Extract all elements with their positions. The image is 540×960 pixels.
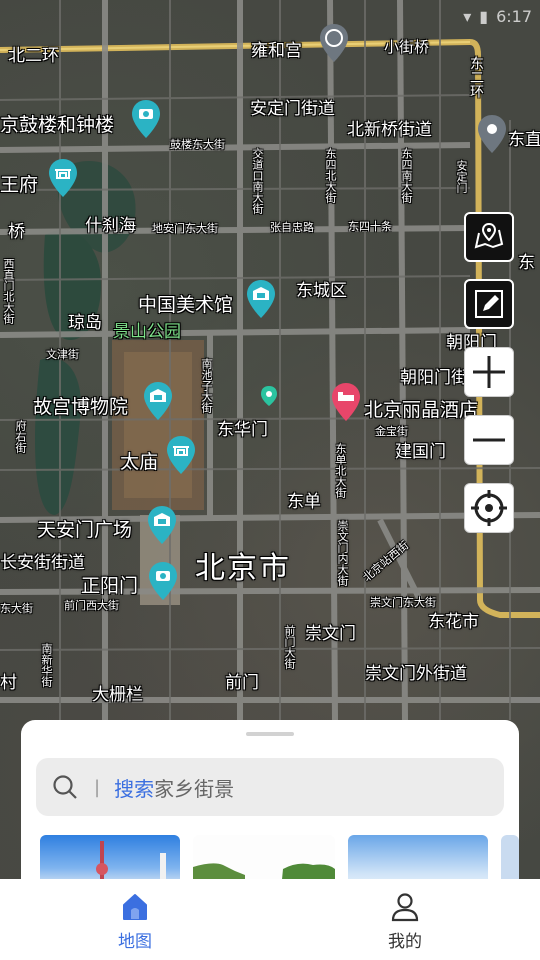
tab-mine[interactable]: 我的: [270, 879, 540, 960]
label-gugong: 故宫博物院: [33, 396, 129, 418]
zoom-out-button[interactable]: [464, 415, 514, 465]
map-layer-button[interactable]: [464, 212, 514, 262]
label-fuyoujie: 府右街: [14, 420, 27, 453]
label-dongdajie: 东大街: [0, 602, 33, 615]
poi-pin-gulou[interactable]: [131, 100, 161, 138]
poi-pin-taimiao[interactable]: [166, 436, 196, 474]
label-dongchengqu: 东城区: [296, 281, 347, 301]
poi-pin-zhengyangmen[interactable]: [148, 562, 178, 600]
locate-button[interactable]: [464, 483, 514, 533]
label-zhengyangmen: 正阳门: [81, 575, 139, 597]
search-keyword: 搜索: [114, 776, 155, 801]
tab-map[interactable]: 地图: [0, 879, 270, 960]
label-dongsinan: 东四南大街: [400, 148, 413, 203]
label-gulou-dongdajie: 鼓楼东大街: [170, 138, 225, 151]
label-dashilan: 大栅栏: [92, 685, 143, 705]
label-jianguomen: 建国门: [395, 442, 446, 462]
label-qiao: 桥: [8, 222, 25, 242]
label-donghuamen: 东华门: [217, 420, 268, 440]
label-dongerhuan: 东二环: [468, 56, 484, 98]
map-tab-icon: [123, 894, 147, 920]
label-xiaojieqiao: 小街桥: [384, 38, 430, 56]
bottom-tab-bar: 地图 我的: [0, 879, 540, 960]
search-bar[interactable]: | 搜索 家乡街景: [36, 758, 504, 816]
label-qianmenxi: 前门西大街: [64, 599, 119, 612]
poi-pin-yonghegong[interactable]: [319, 24, 349, 62]
location-marker-icon: [261, 386, 277, 406]
label-donghuashi: 东花市: [428, 612, 479, 632]
status-time: 6:17: [496, 6, 532, 26]
label-qianmen: 前门: [225, 673, 259, 693]
bottom-sheet: | 搜索 家乡街景: [21, 720, 519, 890]
status-bar: ▾ ▮ 6:17: [463, 4, 532, 28]
tab-map-label: 地图: [118, 932, 152, 952]
minus-icon: [473, 438, 505, 442]
search-placeholder: 家乡街景: [154, 776, 235, 801]
label-yonghegong: 雍和宫: [251, 41, 302, 61]
label-beierhuan: 北二环: [8, 46, 59, 66]
map-layer-icon: [474, 222, 504, 249]
label-dongsishitiao: 东四十条: [348, 220, 392, 233]
label-shichahai: 什刹海: [85, 216, 136, 236]
label-beiheyan: 南池子大街: [200, 358, 213, 413]
label-chongwenmendong: 崇文门东大街: [370, 596, 436, 609]
label-dongsibei: 东四北大街: [324, 148, 337, 203]
zoom-in-button[interactable]: [464, 347, 514, 397]
poi-pin-liyue[interactable]: [331, 383, 361, 421]
label-zhangzikou: 张自忠路: [270, 221, 314, 234]
search-icon: [53, 775, 77, 799]
battery-icon: ▮: [479, 6, 489, 26]
label-tiananmen: 天安门广场: [37, 519, 133, 541]
label-chongwenmennei: 崇文门内大街: [336, 520, 349, 586]
label-dongdan: 东单: [287, 492, 321, 512]
user-icon: [391, 893, 419, 922]
label-wenjinjie: 文津街: [46, 348, 79, 361]
label-beijing: 北京市: [195, 551, 291, 586]
label-beixinqiao: 北新桥街道: [347, 120, 432, 140]
edit-button[interactable]: [464, 279, 514, 329]
search-separator: |: [94, 776, 101, 798]
poi-pin-meishuguan[interactable]: [246, 280, 276, 318]
label-dongzhimen: 东直: [508, 130, 540, 150]
edit-icon: [475, 290, 503, 318]
label-taimiao: 太庙: [120, 451, 159, 473]
label-gulou: 京鼓楼和钟楼: [0, 114, 115, 136]
label-chongwenmenwai: 崇文门外街道: [365, 664, 467, 684]
crosshair-icon: [471, 490, 507, 526]
label-chongwenmen: 崇文门: [305, 624, 356, 644]
tab-mine-label: 我的: [388, 932, 422, 952]
label-jingshan: 景山公园: [113, 322, 181, 342]
sheet-drag-handle[interactable]: [246, 732, 294, 736]
poi-pin-dongzhimen[interactable]: [477, 115, 507, 153]
label-chaoyangmen-bei: 安定门: [455, 160, 468, 193]
label-nanxinhua: 南新华街: [40, 643, 53, 687]
label-dianmen: 地安门东大街: [152, 222, 218, 235]
label-meishuguan: 中国美术馆: [138, 294, 234, 316]
label-chaoyangmen2: 朝阳门街: [400, 368, 468, 388]
label-cun: 村: [0, 673, 17, 693]
label-changanjie: 长安街街道: [0, 553, 85, 573]
label-dong: 东: [518, 253, 535, 273]
label-liyue: 北京丽晶酒店: [364, 399, 479, 421]
poi-pin-wangfu[interactable]: [48, 159, 78, 197]
label-xizhimen: 西直门北大街: [2, 258, 15, 324]
label-qianmendajie: 前门大街: [283, 625, 296, 669]
poi-pin-tiananmen[interactable]: [147, 506, 177, 544]
signal-icon: ▾: [463, 6, 472, 26]
label-dongdanbei: 东单北大街: [334, 443, 347, 498]
label-jiaodaokou: 交道口南大街: [251, 148, 264, 214]
plus-icon: [473, 356, 505, 388]
label-qiongdao: 琼岛: [68, 313, 102, 333]
label-wangfu: 王府: [0, 174, 39, 196]
label-andingmen: 安定门街道: [250, 99, 335, 119]
poi-pin-gugong[interactable]: [143, 382, 173, 420]
